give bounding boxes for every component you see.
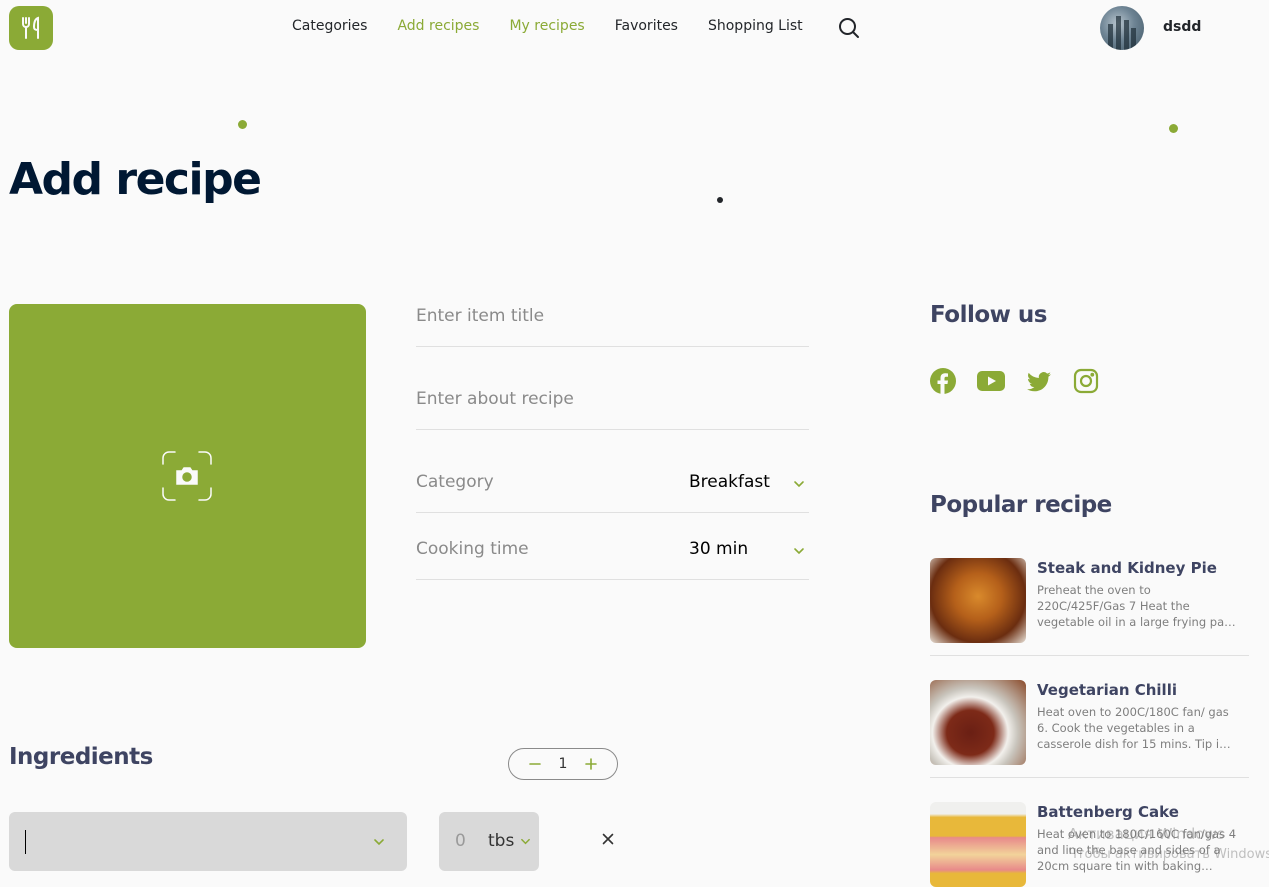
popular-recipe-item[interactable]: Vegetarian Chilli Heat oven to 200C/180C…: [930, 680, 1249, 778]
avatar[interactable]: [1100, 6, 1144, 50]
unit-select[interactable]: tbs: [488, 831, 514, 851]
minus-icon[interactable]: [529, 758, 541, 770]
social-links: [930, 368, 1120, 394]
recipe-name: Steak and Kidney Pie: [1037, 559, 1217, 577]
recipe-description: Heat oven to 200C/180C fan/ gas 6. Cook …: [1037, 705, 1229, 751]
fork-knife-icon: [22, 16, 39, 39]
popular-recipe-item[interactable]: Battenberg Cake Heat oven to 180C/160C f…: [930, 802, 1249, 887]
popular-recipe-title: Popular recipe: [930, 492, 1112, 518]
chevron-down-icon[interactable]: [793, 478, 805, 490]
category-label: Category: [416, 472, 494, 492]
cooking-time-select[interactable]: 30 min: [689, 539, 748, 559]
recipe-title-field[interactable]: Enter item title: [416, 306, 809, 347]
close-icon[interactable]: [600, 831, 616, 847]
quantity-input[interactable]: 0: [455, 831, 466, 851]
popular-recipe-item[interactable]: Steak and Kidney Pie Preheat the oven to…: [930, 558, 1249, 656]
ingredient-count: 1: [558, 756, 568, 772]
plus-icon[interactable]: [585, 758, 597, 770]
search-button[interactable]: [838, 17, 860, 39]
decor-dot: [717, 197, 723, 203]
cooking-time-field: Cooking time 30 min: [416, 539, 809, 580]
youtube-icon[interactable]: [977, 368, 1005, 394]
logo[interactable]: [9, 6, 53, 50]
decor-dot: [238, 120, 247, 129]
recipe-image: [930, 802, 1026, 887]
category-field: Category Breakfast: [416, 472, 809, 513]
recipe-image: [930, 558, 1026, 643]
twitter-icon[interactable]: [1026, 368, 1052, 394]
recipe-description: Preheat the oven to 220C/425F/Gas 7 Heat…: [1037, 583, 1236, 629]
recipe-name: Battenberg Cake: [1037, 803, 1179, 821]
facebook-icon[interactable]: [930, 368, 956, 394]
camera-icon: [162, 451, 212, 501]
ingredients-title: Ingredients: [9, 744, 153, 770]
windows-watermark-text: Чтобы активировать Windows: [1068, 847, 1269, 862]
chevron-down-icon[interactable]: [793, 545, 805, 557]
nav-categories[interactable]: Categories: [292, 18, 367, 34]
category-select[interactable]: Breakfast: [689, 472, 770, 492]
recipe-image: [930, 680, 1026, 765]
recipe-name: Vegetarian Chilli: [1037, 681, 1177, 699]
nav-my-recipes[interactable]: My recipes: [509, 18, 584, 34]
nav-shopping-list[interactable]: Shopping List: [708, 18, 803, 34]
main-nav: Categories Add recipes My recipes Favori…: [292, 18, 833, 34]
chevron-down-icon[interactable]: [373, 836, 385, 848]
page-title: Add recipe: [9, 154, 262, 205]
user-name[interactable]: dsdd: [1163, 19, 1201, 35]
nav-add-recipes[interactable]: Add recipes: [397, 18, 479, 34]
image-upload[interactable]: [9, 304, 366, 648]
quantity-field[interactable]: 0 tbs: [439, 812, 539, 871]
ingredient-counter: 1: [508, 748, 618, 780]
nav-favorites[interactable]: Favorites: [615, 18, 678, 34]
windows-watermark-title: Активация Windows: [1068, 825, 1225, 843]
ingredient-select[interactable]: [9, 812, 407, 871]
instagram-icon[interactable]: [1073, 368, 1099, 394]
text-caret: [25, 830, 26, 854]
recipe-about-placeholder: Enter about recipe: [416, 389, 574, 409]
cooking-time-label: Cooking time: [416, 539, 529, 559]
recipe-about-field[interactable]: Enter about recipe: [416, 389, 809, 430]
search-icon: [839, 18, 859, 38]
chevron-down-icon[interactable]: [520, 836, 531, 847]
decor-dot: [1169, 124, 1178, 133]
follow-us-title: Follow us: [930, 302, 1047, 328]
recipe-title-placeholder: Enter item title: [416, 306, 545, 326]
